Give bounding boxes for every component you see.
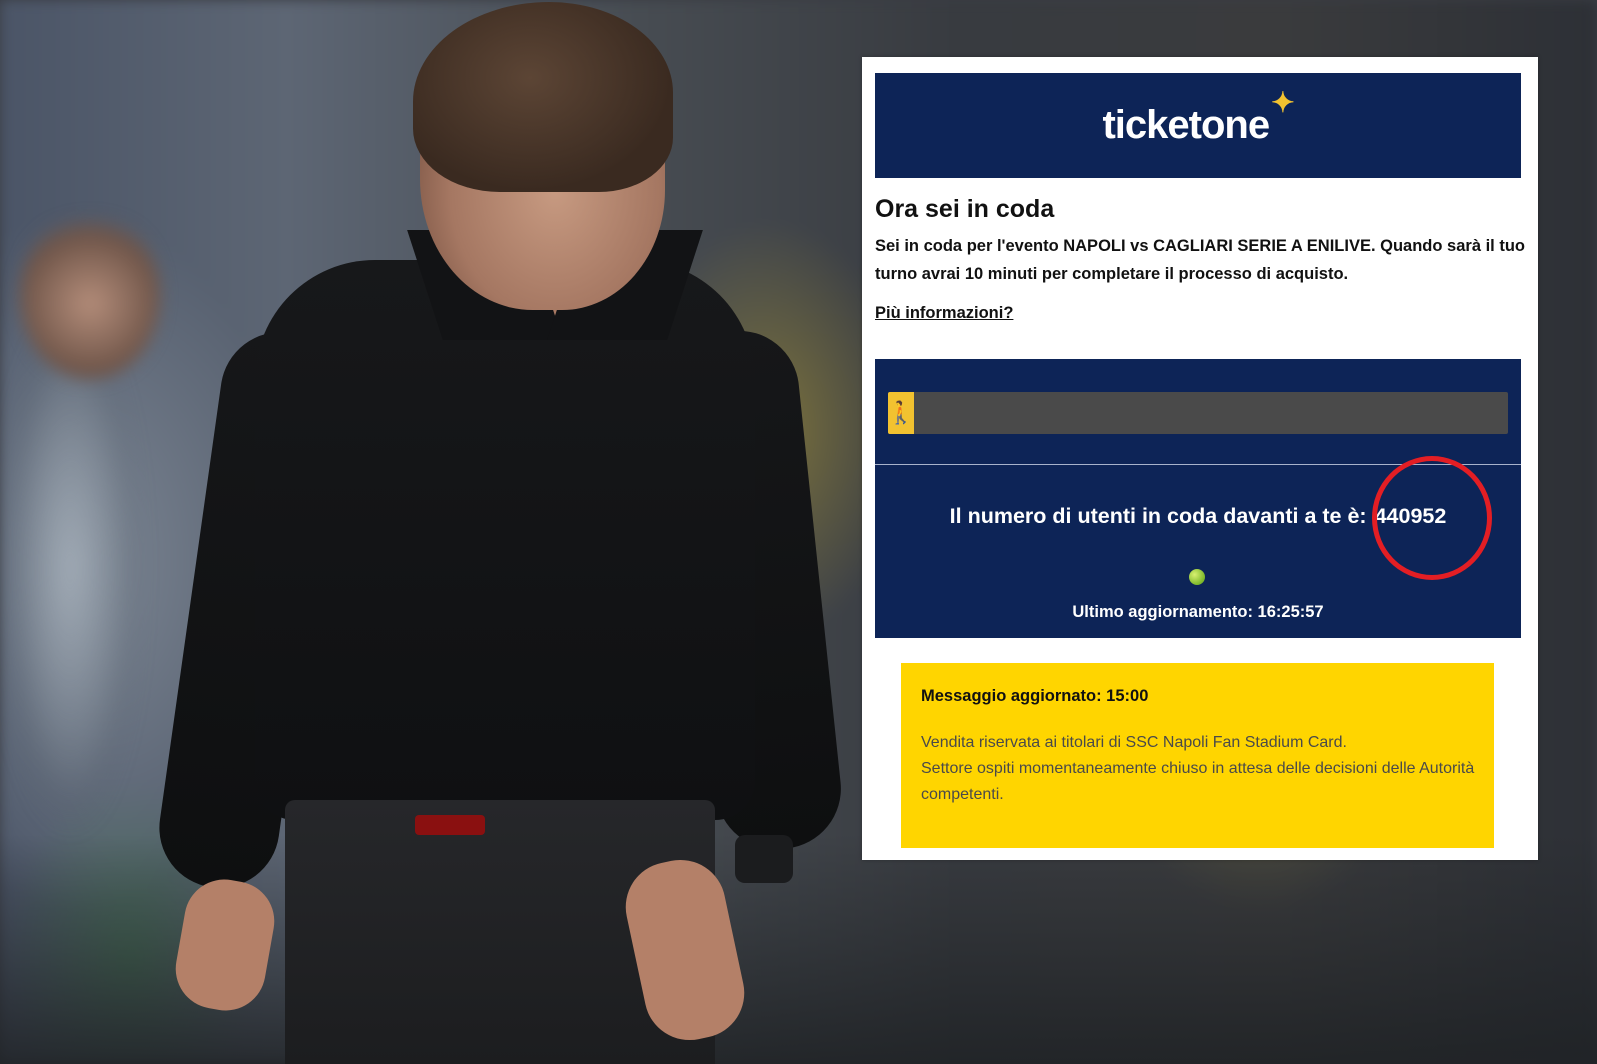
users-ahead-value: 440952 <box>1374 504 1447 528</box>
notice-body: Vendita riservata ai titolari di SSC Nap… <box>921 730 1481 808</box>
queue-screenshot-panel: ticketone ✦ Ora sei in coda Sei in coda … <box>862 57 1538 860</box>
walking-person-icon: 🚶 <box>888 400 914 425</box>
coach-watch <box>735 835 793 883</box>
notice-title: Messaggio aggiornato: 15:00 <box>921 687 1149 705</box>
ticketone-header: ticketone ✦ <box>875 73 1521 178</box>
notice-line: Vendita riservata ai titolari di SSC Nap… <box>921 734 1347 751</box>
logo-text: ticketone <box>1102 103 1270 147</box>
coach-shirt <box>255 260 755 820</box>
ticketone-logo[interactable]: ticketone ✦ <box>1102 89 1294 148</box>
queue-progress-fill: 🚶 <box>888 392 914 434</box>
coach-hair <box>413 2 673 192</box>
queue-status-box: 🚶 Il numero di utenti in coda davanti a … <box>875 359 1521 638</box>
queue-divider <box>875 464 1521 465</box>
coach-photo <box>95 0 847 1064</box>
page-title: Ora sei in coda <box>875 195 1055 223</box>
users-ahead-label: Il numero di utenti in coda davanti a te… <box>949 504 1367 528</box>
users-ahead-line: Il numero di utenti in coda davanti a te… <box>875 504 1521 529</box>
status-indicator-dot <box>1189 569 1205 585</box>
notice-line: Settore ospiti momentaneamente chiuso in… <box>921 760 1475 803</box>
coach-belt-detail <box>415 815 485 835</box>
last-update-text: Ultimo aggiornamento: 16:25:57 <box>1072 603 1324 621</box>
queue-intro-text: Sei in coda per l'evento NAPOLI vs CAGLI… <box>875 237 1525 283</box>
notice-box: Messaggio aggiornato: 15:00 Vendita rise… <box>901 663 1494 848</box>
coach-left-hand <box>169 873 281 1017</box>
sparkle-star-icon: ✦ <box>1271 87 1294 118</box>
more-info-link[interactable]: Più informazioni? <box>875 304 1013 323</box>
queue-progress-bar: 🚶 <box>888 392 1508 434</box>
